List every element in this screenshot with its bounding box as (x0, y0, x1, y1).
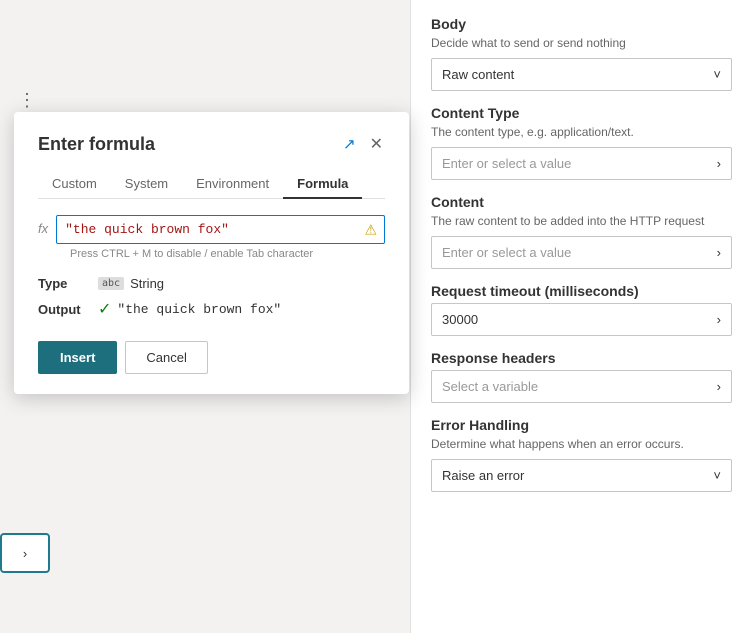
content-type-arrow-icon: › (717, 156, 721, 171)
output-row: Output ✓ "the quick brown fox" (38, 299, 385, 319)
error-handling-dropdown[interactable]: Raise an error ˅ (431, 459, 732, 492)
content-placeholder: Enter or select a value (442, 245, 571, 260)
content-type-title: Content Type (431, 105, 732, 121)
response-headers-arrow-icon: › (717, 379, 721, 394)
content-section: Content The raw content to be added into… (431, 194, 732, 269)
type-row: Type abc String (38, 276, 385, 291)
formula-hint: Press CTRL + M to disable / enable Tab c… (70, 248, 385, 260)
body-dropdown[interactable]: Raw content ˅ (431, 58, 732, 91)
body-dropdown-value: Raw content (442, 67, 514, 82)
output-value-area: ✓ "the quick brown fox" (98, 299, 281, 319)
output-text: "the quick brown fox" (117, 302, 281, 317)
dialog-tabs: Custom System Environment Formula (38, 170, 385, 199)
fx-label: fx (38, 221, 48, 236)
info-icon: ⚠ (364, 221, 377, 238)
type-icon: abc (98, 277, 124, 290)
tab-environment[interactable]: Environment (182, 170, 283, 199)
error-handling-subtitle: Determine what happens when an error occ… (431, 437, 732, 451)
right-panel: Body Decide what to send or send nothing… (410, 0, 752, 633)
type-value: abc String (98, 276, 164, 291)
content-type-placeholder: Enter or select a value (442, 156, 571, 171)
close-dialog-button[interactable]: ✕ (368, 132, 385, 156)
tab-custom[interactable]: Custom (38, 170, 111, 199)
body-title: Body (431, 16, 732, 32)
error-handling-title: Error Handling (431, 417, 732, 433)
response-headers-title: Response headers (431, 350, 732, 366)
dialog-actions: Insert Cancel (38, 341, 385, 374)
arrow-right-icon: › (23, 546, 27, 561)
formula-input-wrapper: ⚠ (56, 215, 385, 244)
body-chevron-icon: ˅ (713, 67, 721, 82)
error-handling-section: Error Handling Determine what happens wh… (431, 417, 732, 492)
output-label: Output (38, 302, 98, 317)
dialog-title: Enter formula (38, 134, 155, 155)
response-headers-placeholder: Select a variable (442, 379, 538, 394)
response-headers-field[interactable]: Select a variable › (431, 370, 732, 403)
body-section: Body Decide what to send or send nothing… (431, 16, 732, 91)
canvas-node-bottom[interactable]: › (0, 533, 50, 573)
cancel-button[interactable]: Cancel (125, 341, 207, 374)
expand-dialog-button[interactable]: ↗ (341, 133, 358, 155)
content-type-subtitle: The content type, e.g. application/text. (431, 125, 732, 139)
type-text: String (130, 276, 164, 291)
timeout-value: 30000 (442, 312, 478, 327)
content-title: Content (431, 194, 732, 210)
timeout-section: Request timeout (milliseconds) 30000 › (431, 283, 732, 336)
content-arrow-icon: › (717, 245, 721, 260)
success-icon: ✓ (98, 299, 111, 319)
body-subtitle: Decide what to send or send nothing (431, 36, 732, 50)
enter-formula-dialog: Enter formula ↗ ✕ Custom System Environm… (14, 112, 409, 394)
error-handling-chevron-icon: ˅ (713, 468, 721, 483)
tab-formula[interactable]: Formula (283, 170, 362, 199)
formula-input[interactable] (56, 215, 385, 244)
timeout-title: Request timeout (milliseconds) (431, 283, 732, 299)
dialog-header-icons: ↗ ✕ (341, 132, 385, 156)
content-type-field[interactable]: Enter or select a value › (431, 147, 732, 180)
dialog-header: Enter formula ↗ ✕ (38, 132, 385, 156)
formula-input-area: fx ⚠ (38, 215, 385, 244)
timeout-field[interactable]: 30000 › (431, 303, 732, 336)
content-field[interactable]: Enter or select a value › (431, 236, 732, 269)
content-type-section: Content Type The content type, e.g. appl… (431, 105, 732, 180)
insert-button[interactable]: Insert (38, 341, 117, 374)
error-handling-value: Raise an error (442, 468, 524, 483)
response-headers-section: Response headers Select a variable › (431, 350, 732, 403)
tab-system[interactable]: System (111, 170, 182, 199)
content-subtitle: The raw content to be added into the HTT… (431, 214, 732, 228)
timeout-arrow-icon: › (717, 312, 721, 327)
type-label: Type (38, 276, 98, 291)
three-dots-icon: ⋮ (18, 90, 37, 111)
